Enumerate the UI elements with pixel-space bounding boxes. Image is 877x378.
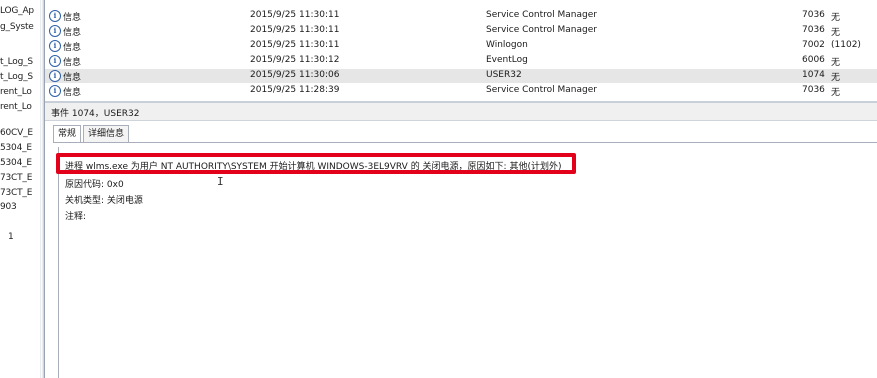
detail-title-bar: 事件 1074，USER32 bbox=[45, 103, 877, 121]
datetime-cell: 2015/9/25 11:30:11 bbox=[250, 10, 340, 20]
source-cell: USER32 bbox=[486, 70, 522, 80]
level-cell: 信息 bbox=[63, 13, 82, 23]
table-row-selected[interactable]: i 信息 2015/9/25 11:30:06 USER32 1074 无 bbox=[45, 69, 877, 83]
category-cell: 无 bbox=[831, 13, 841, 23]
category-cell: 无 bbox=[831, 58, 841, 68]
table-row[interactable]: i 信息 2015/9/25 11:30:11 Service Control … bbox=[45, 24, 877, 38]
level-cell: 信息 bbox=[63, 43, 82, 53]
tree-item[interactable]: t_Log_S bbox=[0, 57, 33, 67]
source-cell: Service Control Manager bbox=[486, 85, 597, 95]
category-cell: 无 bbox=[831, 88, 841, 98]
category-cell: (1102) bbox=[831, 40, 861, 50]
comment: 注释: bbox=[65, 212, 87, 222]
category-cell: 无 bbox=[831, 73, 841, 83]
event-id-cell: 7036 bbox=[802, 85, 825, 95]
source-cell: EventLog bbox=[486, 55, 528, 65]
detail-title: 事件 1074，USER32 bbox=[51, 109, 140, 119]
datetime-cell: 2015/9/25 11:30:11 bbox=[250, 40, 340, 50]
tab-general[interactable]: 常规 bbox=[53, 125, 82, 143]
reason-code: 原因代码: 0x0 bbox=[65, 180, 124, 190]
level-cell: 信息 bbox=[63, 88, 82, 98]
tree-item[interactable]: t_Log_S bbox=[0, 72, 33, 82]
info-icon: i bbox=[49, 85, 61, 97]
datetime-cell: 2015/9/25 11:30:11 bbox=[250, 25, 340, 35]
event-id-cell: 7002 bbox=[802, 40, 825, 50]
tree-item[interactable]: 5304_E bbox=[0, 158, 32, 168]
tree-item[interactable]: 903 bbox=[0, 202, 17, 212]
table-row[interactable]: i 信息 2015/9/25 11:30:12 EventLog 6006 无 bbox=[45, 54, 877, 68]
tree-item[interactable]: LOG_Ap bbox=[0, 6, 34, 16]
tab-divider bbox=[53, 142, 877, 143]
shutdown-type: 关机类型: 关闭电源 bbox=[65, 196, 143, 206]
datetime-cell: 2015/9/25 11:28:39 bbox=[250, 85, 340, 95]
event-message: 进程 wlms.exe 为用户 NT AUTHORITY\SYSTEM 开始计算… bbox=[65, 162, 562, 172]
tree-item[interactable]: rent_Lo bbox=[0, 87, 32, 97]
tree-item[interactable]: rent_Lo bbox=[0, 102, 32, 112]
event-id-cell: 7036 bbox=[802, 10, 825, 20]
tree-item[interactable]: g_Syste bbox=[0, 22, 34, 32]
level-cell: 信息 bbox=[63, 73, 82, 83]
event-detail-pane: 事件 1074，USER32 常规 详细信息 进程 wlms.exe 为用户 N… bbox=[45, 103, 877, 378]
datetime-cell: 2015/9/25 11:30:06 bbox=[250, 70, 340, 80]
table-row[interactable]: i 信息 2015/9/25 11:28:39 Service Control … bbox=[45, 84, 877, 98]
info-icon: i bbox=[49, 55, 61, 67]
info-icon: i bbox=[49, 25, 61, 37]
event-id-cell: 7036 bbox=[802, 25, 825, 35]
info-icon: i bbox=[49, 40, 61, 52]
source-cell: Service Control Manager bbox=[486, 25, 597, 35]
general-panel: 进程 wlms.exe 为用户 NT AUTHORITY\SYSTEM 开始计算… bbox=[58, 147, 877, 378]
tree-item[interactable]: 60CV_E bbox=[0, 128, 33, 138]
tree-item[interactable]: 5304_E bbox=[0, 143, 32, 153]
table-row[interactable]: i 信息 2015/9/25 11:30:11 Service Control … bbox=[45, 9, 877, 23]
event-id-cell: 6006 bbox=[802, 55, 825, 65]
log-tree-pane: LOG_Ap g_Syste t_Log_S t_Log_S rent_Lo r… bbox=[0, 0, 40, 378]
level-cell: 信息 bbox=[63, 58, 82, 68]
tree-item[interactable]: 1 bbox=[8, 232, 14, 242]
event-id-cell: 1074 bbox=[802, 70, 825, 80]
table-row[interactable]: i 信息 2015/9/25 11:30:11 Winlogon 7002 (1… bbox=[45, 39, 877, 53]
level-cell: 信息 bbox=[63, 28, 82, 38]
info-icon: i bbox=[49, 10, 61, 22]
category-cell: 无 bbox=[831, 28, 841, 38]
tree-item[interactable]: 73CT_E bbox=[0, 188, 32, 198]
datetime-cell: 2015/9/25 11:30:12 bbox=[250, 55, 340, 65]
info-icon: i bbox=[49, 70, 61, 82]
text-cursor-icon: I bbox=[217, 175, 224, 188]
source-cell: Service Control Manager bbox=[486, 10, 597, 20]
tab-details[interactable]: 详细信息 bbox=[83, 125, 130, 142]
tree-item[interactable]: 73CT_E bbox=[0, 173, 32, 183]
source-cell: Winlogon bbox=[486, 40, 528, 50]
event-list: i 信息 2015/9/25 11:30:11 Service Control … bbox=[45, 0, 877, 101]
